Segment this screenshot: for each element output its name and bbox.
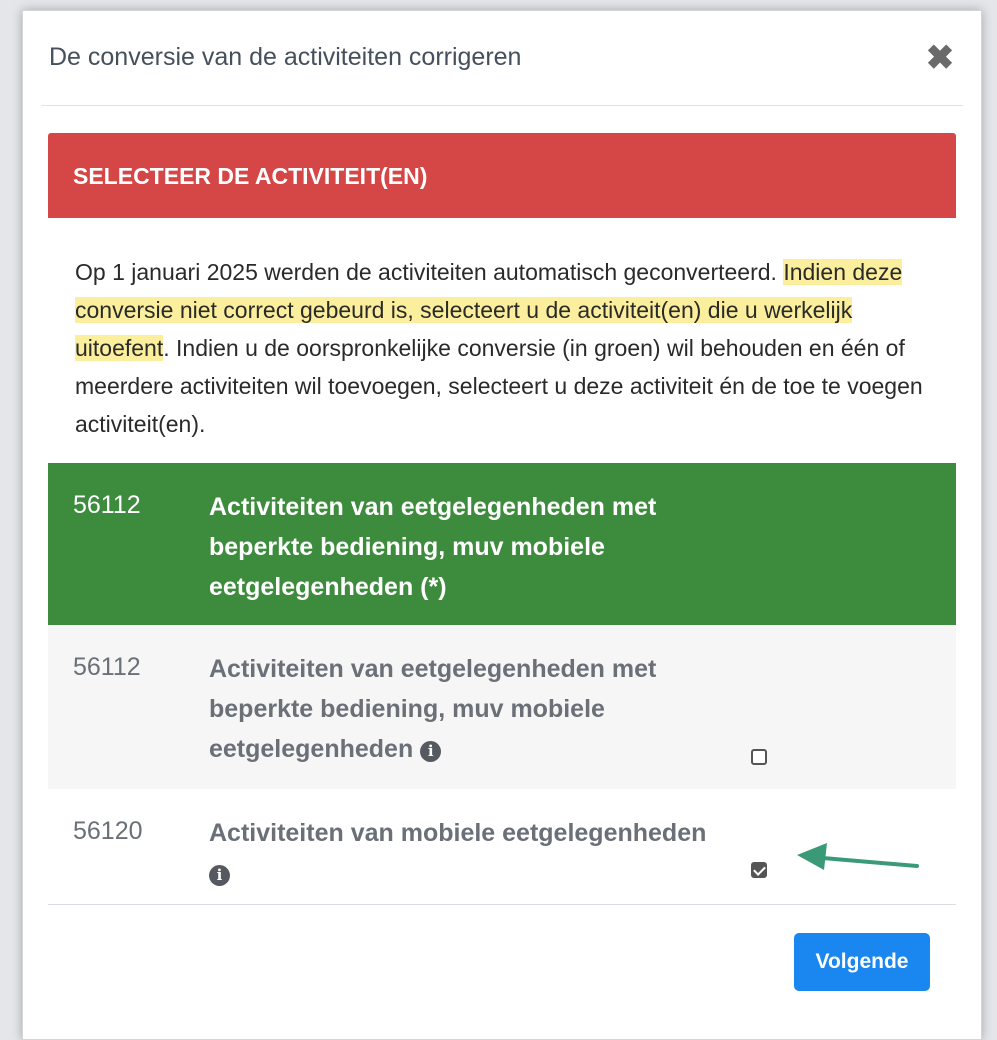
activity-row: 56112 Activiteiten van eetgelegenheden m… xyxy=(48,625,956,789)
activity-description: Activiteiten van eetgelegenheden met bep… xyxy=(209,649,749,769)
activity-checkbox[interactable] xyxy=(751,749,767,765)
activity-row-original: 56112 Activiteiten van eetgelegenheden m… xyxy=(48,463,956,625)
dialog: De conversie van de activiteiten corrige… xyxy=(22,10,982,1040)
intro-text: Op 1 januari 2025 werden de activiteiten… xyxy=(75,253,935,443)
dialog-title: De conversie van de activiteiten corrige… xyxy=(49,43,522,71)
activity-description-text: Activiteiten van mobiele eetgelegenheden xyxy=(209,819,707,847)
info-icon[interactable]: i xyxy=(209,865,230,886)
arrow-left-icon xyxy=(797,843,919,870)
next-button[interactable]: Volgende xyxy=(794,933,930,991)
info-icon[interactable]: i xyxy=(420,741,442,762)
intro-text-part2: . Indien u de oorspronkelijke conversie … xyxy=(75,335,923,437)
activity-code: 56112 xyxy=(73,491,141,519)
intro-text-part1: Op 1 januari 2025 werden de activiteiten… xyxy=(75,259,784,285)
activity-code: 56112 xyxy=(73,653,141,681)
close-icon[interactable]: ✖ xyxy=(923,41,957,75)
dialog-header: De conversie van de activiteiten corrige… xyxy=(41,11,963,106)
select-activities-banner: SELECTEER DE ACTIVITEIT(EN) xyxy=(48,133,956,218)
activity-checkbox-checked[interactable] xyxy=(751,862,767,878)
activity-description: Activiteiten van eetgelegenheden met bep… xyxy=(209,493,657,601)
activity-description: Activiteiten van mobiele eetgelegenheden… xyxy=(209,813,769,893)
activity-code: 56120 xyxy=(73,817,143,845)
